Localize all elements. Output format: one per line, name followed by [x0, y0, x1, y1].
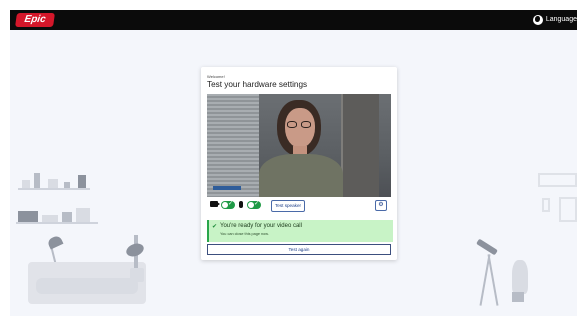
plant-icon	[34, 173, 40, 188]
language-selector[interactable]: Language	[532, 13, 577, 27]
books-icon	[18, 211, 38, 222]
hardware-test-card: Welcome! Test your hardware settings Tes…	[201, 67, 397, 260]
settings-gear-button[interactable]: ⚙	[375, 200, 387, 211]
ready-title: You're ready for your video call	[220, 223, 302, 229]
window-blinds	[207, 94, 259, 197]
shelf-item	[62, 212, 72, 222]
video-preview	[207, 94, 391, 197]
globe-icon	[532, 15, 543, 25]
camera-icon	[210, 201, 220, 207]
epic-logo: Epic	[15, 13, 55, 27]
ready-subtitle: You can close this page now.	[220, 232, 269, 236]
media-controls: Test speaker ⚙	[207, 199, 391, 212]
sofa-cushion	[36, 278, 138, 294]
shelf-item	[42, 215, 58, 222]
camera-toggle[interactable]	[221, 200, 235, 209]
page-left-margin	[0, 0, 10, 316]
telescope-leg	[487, 254, 499, 306]
shelf-item	[64, 182, 70, 188]
microphone-toggle[interactable]	[247, 200, 261, 209]
wall-frame	[559, 197, 577, 222]
shelf-upper	[18, 188, 90, 190]
door	[343, 94, 379, 197]
shelf-lower	[16, 222, 98, 224]
shelf-item	[48, 179, 58, 188]
microphone-icon	[239, 201, 243, 208]
laptop-icon	[213, 186, 241, 190]
page-title: Test your hardware settings	[207, 80, 308, 89]
plant-icon	[512, 260, 528, 294]
plant-pot	[512, 292, 524, 302]
plant-pot	[130, 268, 144, 282]
wall-frame	[538, 173, 577, 187]
person-shirt	[259, 154, 343, 197]
top-bar: Epic Language	[10, 10, 577, 30]
glasses-icon	[287, 121, 313, 129]
test-speaker-button[interactable]: Test speaker	[271, 200, 306, 212]
shelf-item	[76, 208, 90, 222]
test-again-button[interactable]: Test again	[207, 244, 391, 255]
telescope-icon	[476, 238, 498, 256]
checkmark-icon: ✔	[212, 224, 218, 230]
wall-frame	[542, 198, 550, 212]
plant-leaves	[124, 241, 146, 259]
picture-frame-icon	[78, 175, 86, 188]
shelf-item	[22, 180, 30, 188]
lamp-shade	[46, 234, 64, 250]
ready-banner: ✔ You're ready for your video call You c…	[207, 220, 393, 242]
language-label: Language	[545, 16, 577, 23]
welcome-text: Welcome!	[207, 74, 225, 79]
